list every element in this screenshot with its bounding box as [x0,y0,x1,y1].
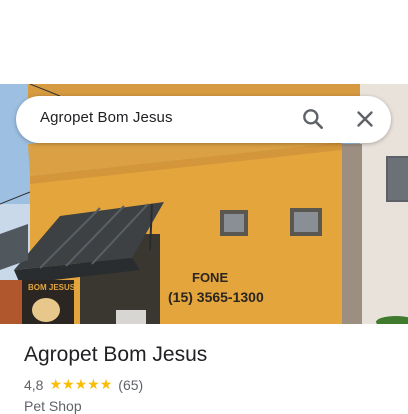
shop-sign-text: BOM JESUS [28,283,76,292]
place-info-panel: Agropet Bom Jesus 4,8 ★ ★ ★ ★ ★ (65) Pet… [0,324,408,414]
star-icon: ★ [87,377,100,393]
rating-row[interactable]: 4,8 ★ ★ ★ ★ ★ (65) [24,376,143,394]
top-blank-area [0,0,408,84]
place-title[interactable]: Agropet Bom Jesus [24,343,207,367]
close-icon[interactable] [352,106,378,132]
search-bar[interactable]: Agropet Bom Jesus [16,96,391,143]
star-icon: ★ [99,377,113,393]
search-input[interactable]: Agropet Bom Jesus [40,109,173,126]
rating-value: 4,8 [24,377,44,393]
star-icon: ★ [74,377,88,393]
star-icon: ★ [62,377,75,393]
review-count[interactable]: (65) [118,377,143,393]
rating-stars: ★ ★ ★ ★ ★ [49,378,112,392]
place-category: Pet Shop [24,398,82,414]
star-icon: ★ [49,377,63,393]
search-icon[interactable] [300,106,326,132]
wall-sign-fone: FONE [192,270,228,285]
wall-sign-phone: (15) 3565-1300 [168,289,264,305]
